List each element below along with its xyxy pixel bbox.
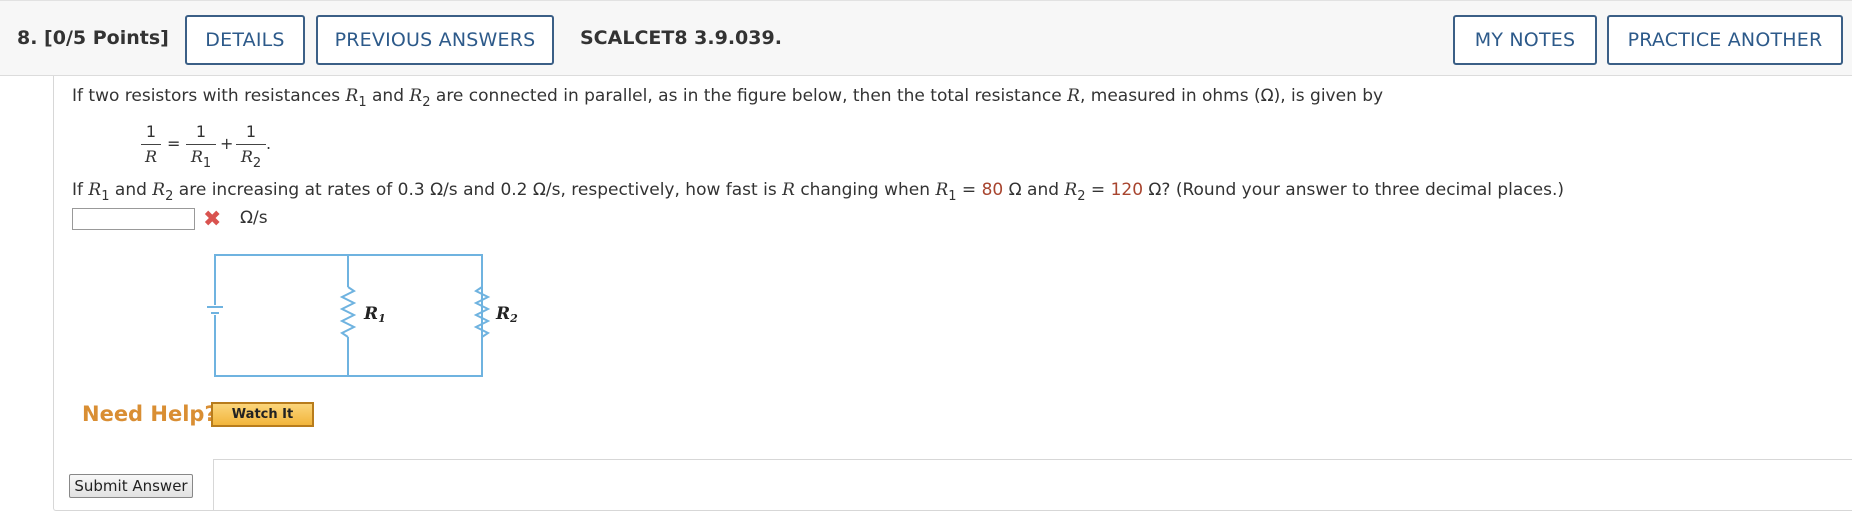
var-r2: R bbox=[409, 86, 423, 106]
problem-code: SCALCET8 3.9.039. bbox=[580, 27, 782, 49]
fraction-bar bbox=[186, 144, 216, 145]
battery-icon bbox=[207, 305, 224, 315]
equals-text: = bbox=[956, 180, 982, 200]
question-text-2: are increasing at rates of 0.3 Ω/s and 0… bbox=[173, 180, 783, 200]
problem-question: If R1 and R2 are increasing at rates of … bbox=[72, 180, 1565, 203]
answer-unit: Ω/s bbox=[240, 208, 268, 228]
formula-lhs: 1 R bbox=[141, 122, 161, 166]
formula-plus: + bbox=[220, 134, 234, 153]
sub-1: 1 bbox=[101, 189, 110, 204]
formula-term2: 1 R2 bbox=[236, 122, 266, 170]
intro-text-2: are connected in parallel, as in the fig… bbox=[430, 86, 1068, 106]
var-r2: R bbox=[152, 180, 166, 200]
parallel-circuit-figure: R1 R2 bbox=[207, 254, 518, 377]
sub-2: 2 bbox=[422, 95, 431, 110]
question-text-4: Ω? (Round your answer to three decimal p… bbox=[1143, 180, 1565, 200]
intro-text: If two resistors with resistances bbox=[72, 86, 346, 106]
formula-denominator: R bbox=[240, 147, 253, 166]
formula-period: . bbox=[266, 134, 272, 153]
sub-1: 1 bbox=[202, 156, 212, 171]
question-label: 8. [0/5 Points] bbox=[17, 27, 169, 49]
submit-area-divider bbox=[213, 459, 1852, 511]
answer-input[interactable] bbox=[72, 208, 195, 230]
formula-numerator: 1 bbox=[245, 122, 257, 141]
question-text: If bbox=[72, 180, 89, 200]
circuit-wires bbox=[214, 254, 483, 377]
formula-numerator: 1 bbox=[145, 122, 157, 141]
resistor-r1 bbox=[339, 286, 357, 338]
practice-another-button[interactable]: PRACTICE ANOTHER bbox=[1607, 15, 1843, 65]
watch-it-button[interactable]: Watch It bbox=[211, 402, 314, 427]
submit-answer-button[interactable]: Submit Answer bbox=[69, 474, 193, 498]
details-button[interactable]: DETAILS bbox=[185, 15, 305, 65]
question-header: 8. [0/5 Points] DETAILS PREVIOUS ANSWERS… bbox=[0, 0, 1852, 76]
problem-intro: If two resistors with resistances R1 and… bbox=[72, 86, 1384, 109]
x-mark-icon: ✖ bbox=[203, 207, 222, 232]
my-notes-button[interactable]: MY NOTES bbox=[1453, 15, 1597, 65]
previous-answers-button[interactable]: PREVIOUS ANSWERS bbox=[316, 15, 554, 65]
and-text: and bbox=[366, 86, 410, 106]
var-r1: R bbox=[88, 180, 102, 200]
var-r1: R bbox=[345, 86, 359, 106]
formula-equals: = bbox=[167, 134, 181, 153]
label-r1: R1 bbox=[363, 304, 386, 325]
formula-numerator: 1 bbox=[195, 122, 207, 141]
question-text-3: changing when bbox=[794, 180, 936, 200]
sub-1: 1 bbox=[358, 95, 367, 110]
var-r1: R bbox=[935, 180, 949, 200]
fraction-bar bbox=[141, 144, 161, 145]
var-r: R bbox=[1067, 86, 1080, 106]
equals-text: = bbox=[1085, 180, 1111, 200]
formula-term1: 1 R1 bbox=[186, 122, 216, 170]
sub-1: 1 bbox=[948, 189, 957, 204]
intro-text-3: , measured in ohms (Ω), is given by bbox=[1079, 86, 1384, 106]
formula-denominator: R bbox=[190, 147, 203, 166]
label-r2: R2 bbox=[495, 304, 518, 325]
ohm-and-text: Ω and bbox=[1003, 180, 1065, 200]
sub-2: 2 bbox=[1077, 189, 1086, 204]
sub-2: 2 bbox=[252, 156, 262, 171]
var-r2: R bbox=[1064, 180, 1078, 200]
formula-denominator: R bbox=[144, 147, 158, 166]
resistor-r2 bbox=[473, 286, 491, 338]
var-r: R bbox=[782, 180, 795, 200]
fraction-bar bbox=[236, 144, 266, 145]
and-text: and bbox=[109, 180, 153, 200]
r1-value: 80 bbox=[981, 180, 1004, 200]
r2-value: 120 bbox=[1110, 180, 1144, 200]
need-help-label: Need Help? bbox=[82, 402, 217, 426]
